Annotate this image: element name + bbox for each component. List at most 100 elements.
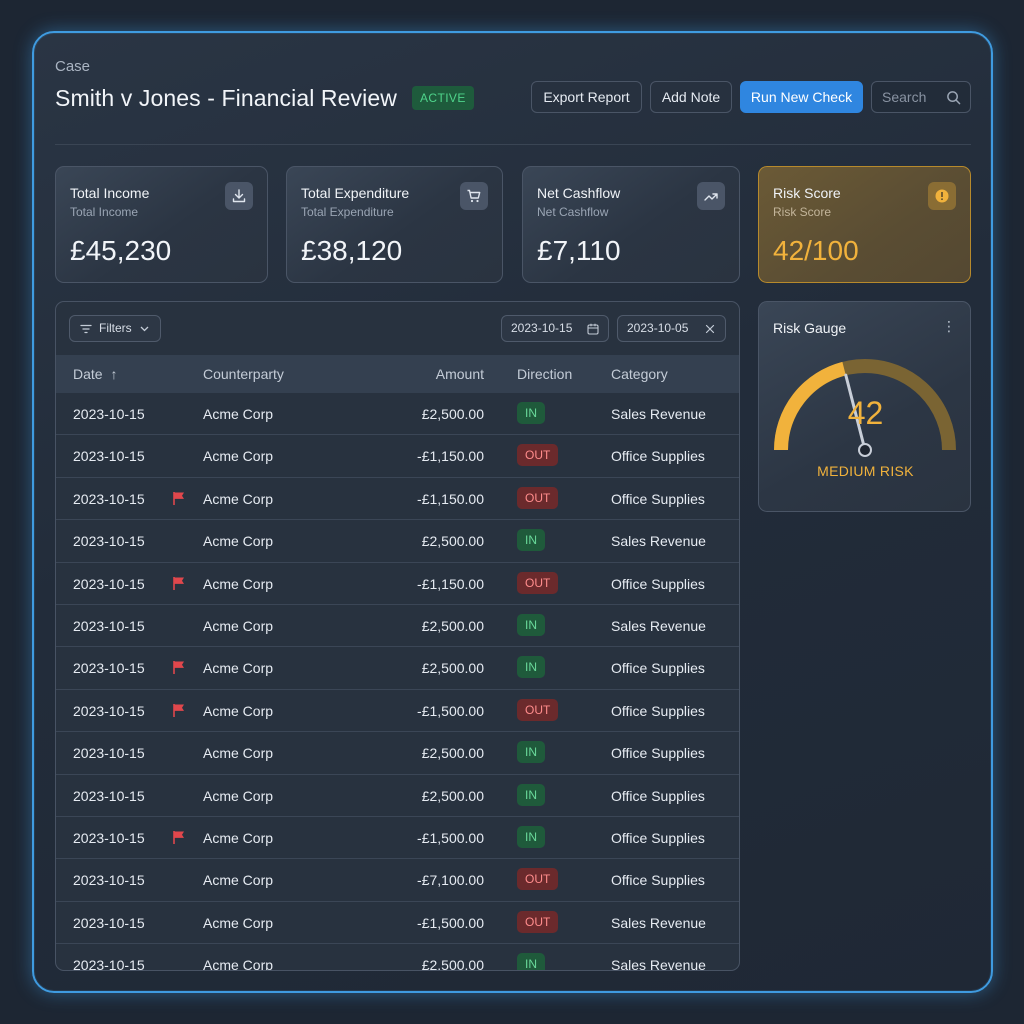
cell-amount: -£7,100.00 [417, 872, 484, 889]
column-header-category[interactable]: Category [611, 366, 668, 382]
cell-category: Office Supplies [611, 745, 705, 762]
column-header-amount[interactable]: Amount [436, 366, 484, 382]
card-value: 42/100 [773, 235, 859, 266]
date-to-picker[interactable]: 2023-10-05 [617, 315, 726, 342]
cell-counterparty: Acme Corp [203, 490, 274, 507]
cell-category: Office Supplies [611, 448, 705, 465]
column-label: Date [73, 366, 103, 382]
table-row[interactable]: 2023-10-15 Acme Corp £2,500.00 IN Office Sup… [56, 732, 739, 775]
transactions-table: Filters 2023-10-15 2023-10-05 Date ↑ Cou… [55, 301, 740, 971]
page-title: Smith v Jones - Financial Review [55, 85, 397, 111]
flag-icon[interactable] [172, 830, 186, 845]
table-row[interactable]: 2023-10-15 Acme Corp £2,500.00 IN Office Sup… [56, 647, 739, 690]
cell-date: 2023-10-15 [73, 702, 145, 719]
cell-counterparty: Acme Corp [203, 702, 274, 719]
direction-badge: OUT [517, 444, 559, 467]
add-note-button[interactable]: Add Note [650, 81, 732, 113]
cell-amount: -£1,150.00 [417, 448, 484, 465]
table-row[interactable]: 2023-10-15 Acme Corp -£1,150.00 OUT Office S… [56, 478, 739, 521]
search-placeholder: Search [882, 89, 927, 105]
sort-asc-icon: ↑ [110, 366, 118, 382]
cell-counterparty: Acme Corp [203, 914, 274, 931]
case-label: Case [55, 58, 91, 75]
direction-badge: IN [517, 529, 545, 552]
run-new-check-button[interactable]: Run New Check [740, 81, 863, 113]
export-report-button[interactable]: Export Report [531, 81, 642, 113]
cell-counterparty: Acme Corp [203, 448, 274, 465]
cart-icon[interactable] [460, 182, 488, 210]
cell-amount: £2,500.00 [421, 533, 484, 550]
cell-date: 2023-10-15 [73, 490, 145, 507]
column-header-direction[interactable]: Direction [517, 366, 572, 382]
table-row[interactable]: 2023-10-15 Acme Corp -£1,150.00 OUT Office S… [56, 435, 739, 478]
risk-gauge-panel: Risk Gauge ⋮ 42 MEDIUM RISK [758, 301, 971, 512]
date-to-value: 2023-10-05 [627, 321, 689, 335]
table-row[interactable]: 2023-10-15 Acme Corp -£1,150.00 OUT Office S… [56, 563, 739, 605]
cell-counterparty: Acme Corp [203, 957, 274, 971]
cell-category: Office Supplies [611, 702, 705, 719]
card-subtitle: Net Cashflow [537, 205, 609, 219]
cell-date: 2023-10-15 [73, 829, 145, 846]
card-subtitle: Total Expenditure [301, 205, 394, 219]
cell-category: Sales Revenue [611, 617, 706, 634]
cell-counterparty: Acme Corp [203, 745, 274, 762]
table-row[interactable]: 2023-10-15 Acme Corp £2,500.00 IN Sales Reve… [56, 605, 739, 648]
table-row[interactable]: 2023-10-15 Acme Corp £2,500.00 IN Sales Reve… [56, 393, 739, 436]
cell-amount: £2,500.00 [421, 745, 484, 762]
table-row[interactable]: 2023-10-15 Acme Corp £2,500.00 IN Office Sup… [56, 775, 739, 817]
chevron-down-icon [140, 326, 149, 332]
card-net-cashflow: Net Cashflow Net Cashflow £7,110 [522, 166, 740, 283]
cell-date: 2023-10-15 [73, 533, 145, 550]
app-window: Case Smith v Jones - Financial Review AC… [32, 31, 993, 993]
cell-counterparty: Acme Corp [203, 787, 274, 804]
cell-category: Office Supplies [611, 787, 705, 804]
card-value: £45,230 [70, 235, 172, 266]
cell-counterparty: Acme Corp [203, 872, 274, 889]
cell-amount: £2,500.00 [421, 406, 484, 422]
cell-amount: -£1,150.00 [417, 575, 484, 592]
download-icon[interactable] [225, 182, 253, 210]
card-title: Total Expenditure [301, 185, 410, 201]
cell-amount: -£1,500.00 [417, 914, 484, 931]
table-row[interactable]: 2023-10-15 Acme Corp -£1,500.00 OUT Office S… [56, 690, 739, 733]
card-title: Net Cashflow [537, 185, 621, 201]
flag-icon[interactable] [172, 491, 186, 506]
table-row[interactable]: 2023-10-15 Acme Corp -£1,500.00 OUT Sales Re… [56, 902, 739, 945]
direction-badge: OUT [517, 698, 559, 721]
cell-date: 2023-10-15 [73, 575, 145, 592]
trend-up-icon[interactable] [697, 182, 725, 210]
cell-counterparty: Acme Corp [203, 660, 274, 677]
card-subtitle: Risk Score [773, 205, 832, 219]
clear-icon[interactable] [705, 324, 715, 334]
filters-button[interactable]: Filters [69, 315, 161, 342]
column-header-counterparty[interactable]: Counterparty [203, 366, 284, 382]
card-title: Total Income [70, 185, 150, 201]
cell-category: Sales Revenue [611, 533, 706, 550]
direction-badge: IN [517, 741, 545, 764]
cell-amount: £2,500.00 [421, 787, 484, 804]
card-title: Risk Score [773, 185, 841, 201]
cell-date: 2023-10-15 [73, 787, 145, 804]
direction-badge: OUT [517, 571, 559, 594]
flag-icon[interactable] [172, 660, 186, 675]
flag-icon[interactable] [172, 703, 186, 718]
search-input[interactable]: Search [871, 81, 971, 113]
date-from-picker[interactable]: 2023-10-15 [501, 315, 609, 342]
direction-badge: IN [517, 656, 545, 679]
table-row[interactable]: 2023-10-15 Acme Corp £2,500.00 IN Sales Reve… [56, 520, 739, 563]
more-options-icon[interactable]: ⋮ [942, 319, 956, 333]
card-subtitle: Total Income [70, 205, 139, 219]
column-header-date[interactable]: Date ↑ [73, 366, 117, 382]
gauge-hub [858, 443, 872, 457]
cell-category: Office Supplies [611, 660, 705, 677]
table-header: Date ↑ Counterparty Amount Direction Cat… [56, 355, 739, 393]
table-row[interactable]: 2023-10-15 Acme Corp -£7,100.00 OUT Office S… [56, 859, 739, 902]
cell-date: 2023-10-15 [73, 448, 145, 465]
table-row[interactable]: 2023-10-15 Acme Corp £2,500.00 IN Sales Reve… [56, 944, 739, 971]
table-row[interactable]: 2023-10-15 Acme Corp -£1,500.00 IN Office Su… [56, 817, 739, 860]
alert-icon[interactable] [928, 182, 956, 210]
direction-badge: OUT [517, 868, 559, 891]
flag-icon[interactable] [172, 576, 186, 591]
card-value: £38,120 [301, 235, 403, 266]
cell-category: Office Supplies [611, 872, 705, 889]
